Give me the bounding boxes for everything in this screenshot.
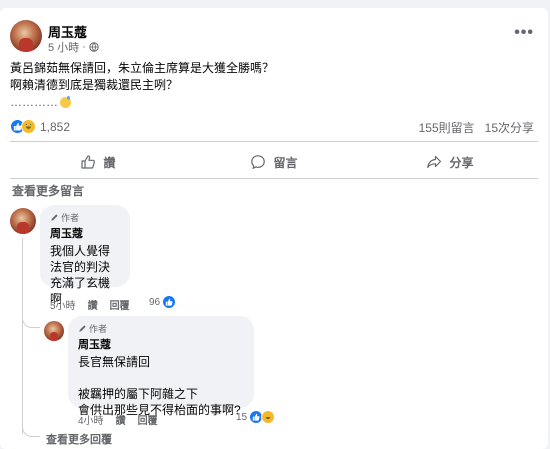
reaction-summary[interactable]: 1,852	[10, 119, 70, 134]
globe-icon	[89, 42, 99, 52]
comments-count[interactable]: 155則留言	[419, 119, 475, 136]
reaction-count[interactable]: 1,852	[40, 120, 70, 134]
haha-reaction-icon	[21, 119, 36, 134]
pencil-icon	[51, 214, 58, 221]
comment-avatar[interactable]	[10, 208, 36, 234]
comment-time[interactable]: 4小時	[78, 412, 104, 427]
like-reaction-icon	[162, 295, 177, 309]
comment-bubble: 作者 周玉蔻 我個人覺得 法官的判決 充滿了玄機啊	[40, 205, 130, 306]
reply-meta: 4小時 讚 回覆	[78, 412, 158, 427]
action-bar: 讚 留言 分享	[10, 146, 538, 178]
post-line: 啊賴清德到底是獨裁還民主咧？	[10, 78, 179, 92]
author-badge-label: 作者	[89, 324, 108, 334]
comment-time[interactable]: 5小時	[50, 297, 76, 312]
comment-icon	[251, 155, 266, 170]
share-label: 分享	[449, 155, 474, 170]
comment-reply-button[interactable]: 回覆	[110, 297, 130, 312]
reply-avatar[interactable]	[44, 321, 64, 341]
share-button[interactable]: 分享	[362, 146, 538, 178]
thread-connector-end	[22, 423, 40, 437]
comment-like-button[interactable]: 讚	[88, 297, 98, 312]
comment-label: 留言	[273, 155, 298, 170]
shares-count[interactable]: 15次分享	[485, 119, 534, 136]
post-line: …………	[10, 95, 58, 109]
view-more-replies-link[interactable]: 查看更多回覆	[46, 431, 112, 447]
reply-bubble: 作者 周玉蔻 長官無保請回 被羈押的屬下阿雜之下 會供出那些見不得枱面的事啊?	[68, 316, 254, 417]
thread-connector	[22, 308, 40, 328]
comment-reaction-count[interactable]: 96	[149, 295, 177, 309]
post-line-row: …………	[10, 94, 274, 111]
author-badge: 作者	[50, 211, 120, 224]
author-avatar[interactable]	[10, 20, 42, 52]
meta-separator: ·	[82, 41, 86, 53]
author-badge: 作者	[78, 322, 244, 335]
comment-author[interactable]: 周玉蔻	[50, 225, 120, 241]
like-button[interactable]: 讚	[10, 146, 186, 178]
comment-author[interactable]: 周玉蔻	[78, 336, 244, 352]
thread-line	[22, 238, 23, 434]
comment-button[interactable]: 留言	[186, 146, 362, 178]
actions-divider	[10, 178, 538, 179]
comment-reaction-number: 96	[149, 296, 161, 308]
post-meta: 5 小時 ·	[48, 39, 99, 55]
reply-reaction-count[interactable]: 15	[236, 410, 276, 424]
post-body: 黃呂錦茹無保請回，朱立倫主席算是大獲全勝嗎？ 啊賴清德到底是獨裁還民主咧？ ………	[10, 60, 274, 111]
author-badge-label: 作者	[61, 213, 80, 223]
post-time[interactable]: 5 小時	[48, 39, 79, 55]
stats-divider	[10, 141, 538, 142]
post-card: 周玉蔻 5 小時 · ••• 黃呂錦茹無保請回，朱立倫主席算是大獲全勝嗎？ 啊賴…	[0, 8, 548, 449]
view-more-comments-link[interactable]: 查看更多留言	[12, 182, 84, 199]
like-label: 讚	[103, 155, 116, 170]
pencil-icon	[79, 325, 86, 332]
haha-reaction-icon	[261, 410, 276, 424]
post-line: 黃呂錦茹無保請回，朱立倫主席算是大獲全勝嗎？	[10, 61, 275, 75]
thumbs-up-icon	[81, 155, 96, 169]
sweat-emoji-icon	[60, 96, 71, 108]
post-stats: 155則留言 15次分享	[419, 119, 534, 136]
more-options-icon[interactable]: •••	[514, 24, 534, 42]
comment-reply-button[interactable]: 回覆	[138, 412, 158, 427]
comment-like-button[interactable]: 讚	[116, 412, 126, 427]
comment-reaction-number: 15	[236, 411, 248, 423]
comment-text: 長官無保請回 被羈押的屬下阿雜之下 會供出那些見不得枱面的事啊?	[78, 355, 241, 417]
comment-meta: 5小時 讚 回覆	[50, 297, 130, 312]
share-icon	[427, 155, 442, 169]
